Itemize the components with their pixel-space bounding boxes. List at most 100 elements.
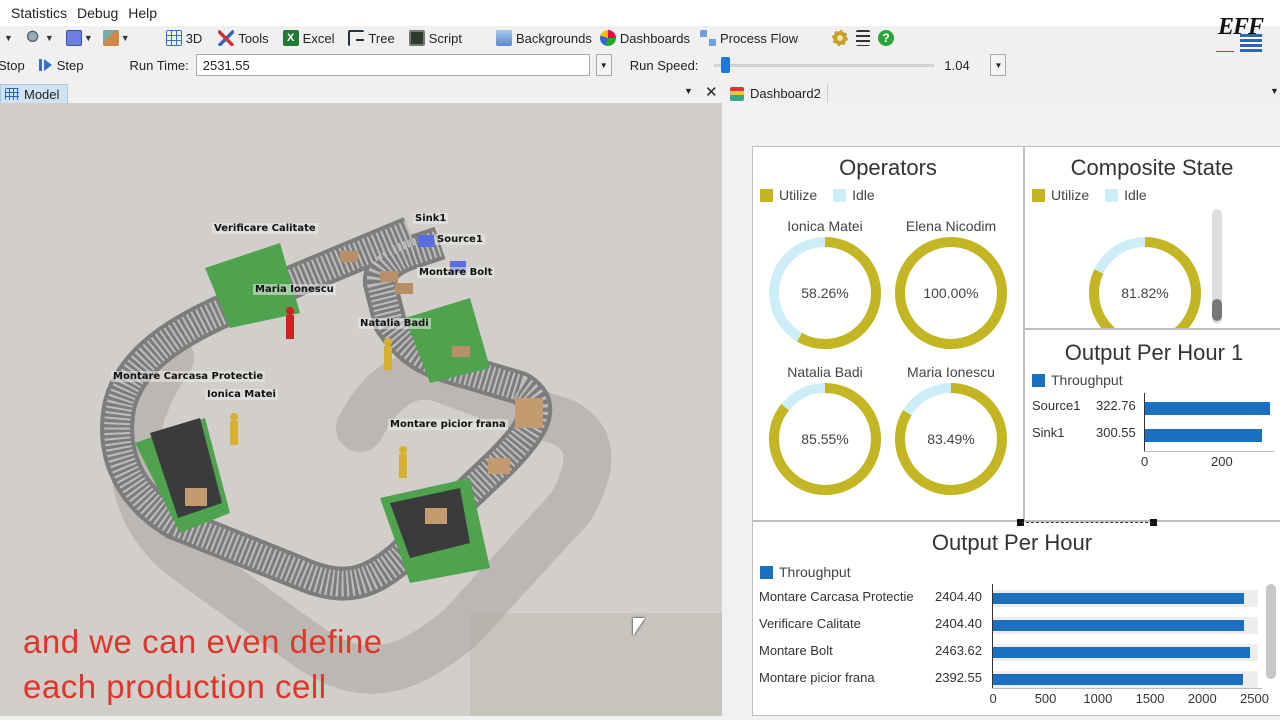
output1-row-value: 300.55	[1096, 425, 1136, 440]
output1-bar	[1145, 429, 1262, 442]
chevron-down-icon[interactable]: ▼	[1270, 86, 1279, 96]
toolbar-3d-button[interactable]: 3D	[165, 30, 211, 46]
toolbar: ▼ ▼ ▼ ▼ 3D Tools X Excel Tree Script Bac…	[0, 26, 1210, 50]
output-bar	[993, 620, 1245, 631]
run-time-dropdown[interactable]: ▼	[595, 54, 612, 76]
donut-value-label: 100.00%	[923, 285, 978, 301]
eff-logo: EFF	[1216, 14, 1266, 56]
caption-line-1: and we can even define	[23, 623, 383, 660]
selection-line	[1021, 522, 1153, 523]
output-row-name: Montare Carcasa Protectie	[759, 589, 914, 604]
output-row-name: Montare picior frana	[759, 670, 875, 685]
chevron-down-icon[interactable]: ▼	[684, 86, 693, 96]
toolbar-process-flow-button[interactable]: Process Flow	[699, 30, 806, 46]
output1-row-name: Source1	[1032, 398, 1081, 413]
tree-settings-icon[interactable]	[855, 30, 870, 46]
model-3d-view[interactable]: Sink1 Source1 Montare Bolt Verificare Ca…	[0, 103, 722, 716]
dashboard-tab-bar: Dashboard2 ▼	[728, 83, 1280, 103]
objects-icon[interactable]	[26, 30, 43, 46]
step-button[interactable]: Step	[38, 58, 92, 73]
output-row-value: 2392.55	[935, 670, 982, 685]
throughput-swatch	[1032, 373, 1045, 387]
output-title: Output Per Hour	[931, 530, 1093, 555]
output-tick-label: 0	[989, 691, 997, 706]
run-speed-label: Run Speed:	[629, 57, 699, 73]
chevron-down-icon[interactable]: ▼	[121, 33, 130, 43]
toolbar-excel-button[interactable]: X Excel	[282, 30, 343, 46]
toolbar-tree-button[interactable]: Tree	[348, 30, 402, 46]
label-verificare-calitate: Verificare Calitate	[212, 223, 318, 234]
label-ionica-matei: Ionica Matei	[205, 389, 278, 400]
menu-help[interactable]: Help	[123, 5, 162, 21]
tab-dashboard2[interactable]: Dashboard2	[728, 84, 828, 103]
operators-panel[interactable]: Operators Utilize Idle Ionica Matei Elen…	[752, 146, 1024, 521]
menu-debug[interactable]: Debug	[72, 5, 123, 21]
toolbar-script-button[interactable]: Script	[408, 30, 470, 46]
composite-scrollbar-thumb[interactable]	[1212, 299, 1222, 321]
caption-line-2: each production cell	[23, 668, 327, 705]
view-icon[interactable]	[102, 30, 119, 46]
grid-3d-icon	[165, 30, 182, 46]
output-per-hour-panel[interactable]: Output Per Hour Throughput Montare Carca…	[752, 519, 1280, 716]
tools-icon	[218, 30, 235, 46]
utilize-swatch	[1032, 188, 1045, 202]
output-tick-label: 2500	[1240, 691, 1269, 706]
gear-icon[interactable]	[831, 30, 848, 46]
toolbar-tools-button[interactable]: Tools	[218, 30, 276, 46]
mouse-cursor-icon	[633, 618, 645, 636]
output-row-value: 2404.40	[935, 616, 982, 631]
output-bar	[993, 593, 1245, 604]
close-icon[interactable]: ✕	[705, 83, 718, 101]
output-per-hour-1-panel[interactable]: Output Per Hour 1 Throughput Source1 322…	[1024, 329, 1280, 521]
operator-donut-ionica-matei: 58.26%	[769, 237, 881, 349]
label-montare-carcasa-protectie: Montare Carcasa Protectie	[111, 371, 266, 382]
color-square-icon[interactable]	[65, 30, 82, 46]
operator-name: Ionica Matei	[787, 218, 863, 234]
donut-value-label: 83.49%	[927, 431, 974, 447]
output-row-value: 2404.40	[935, 589, 982, 604]
label-maria-ionescu: Maria Ionescu	[253, 284, 336, 295]
output-bar	[993, 647, 1251, 658]
output-legend: Throughput	[760, 564, 851, 580]
tab-model[interactable]: Model	[0, 84, 68, 103]
output-scrollbar-thumb[interactable]	[1266, 584, 1276, 679]
output1-row-name: Sink1	[1032, 425, 1065, 440]
composite-legend: Utilize Idle	[1032, 187, 1147, 203]
stop-button[interactable]: Stop	[0, 58, 25, 73]
excel-icon: X	[282, 30, 299, 46]
run-speed-slider[interactable]	[714, 55, 935, 75]
operators-legend: Utilize Idle	[760, 187, 875, 203]
operator-name: Maria Ionescu	[907, 364, 995, 380]
menu-statistics[interactable]: Statistics	[6, 5, 72, 21]
chevron-down-icon[interactable]: ▼	[4, 33, 13, 43]
script-icon	[408, 30, 425, 46]
output-axis-baseline	[992, 688, 1262, 689]
composite-scrollbar[interactable]	[1212, 209, 1222, 324]
run-time-field[interactable]: 2531.55	[195, 54, 590, 76]
chevron-down-icon[interactable]: ▼	[45, 33, 54, 43]
chevron-down-icon[interactable]: ▼	[84, 33, 93, 43]
menu-bar: Statistics Debug Help	[0, 0, 1280, 26]
throughput-swatch	[760, 565, 773, 579]
label-sink1: Sink1	[413, 213, 449, 224]
output-bar	[993, 674, 1243, 685]
model-tab-bar: Model ▼ ✕	[0, 83, 722, 103]
toolbar-backgrounds-button[interactable]: Backgrounds	[495, 30, 600, 46]
operators-title: Operators	[839, 155, 937, 180]
composite-state-panel[interactable]: Composite State Utilize Idle 81.82%	[1024, 146, 1280, 329]
toolbar-dashboards-button[interactable]: Dashboards	[599, 30, 698, 46]
run-speed-dropdown[interactable]: ▼	[990, 54, 1007, 76]
operator-donut-maria-ionescu: 83.49%	[895, 383, 1007, 495]
output-row-value: 2463.62	[935, 643, 982, 658]
output-tick-label: 2000	[1187, 691, 1217, 706]
donut-value-label: 85.55%	[801, 431, 848, 447]
help-icon[interactable]: ?	[877, 30, 894, 46]
output-scrollbar[interactable]	[1266, 584, 1276, 679]
output-tick-label: 1000	[1083, 691, 1113, 706]
label-source1: Source1	[435, 234, 485, 245]
utilize-swatch	[760, 188, 773, 202]
operator-name: Elena Nicodim	[905, 218, 997, 234]
backgrounds-icon	[495, 30, 512, 46]
label-montare-picior-frana: Montare picior frana	[388, 419, 508, 430]
run-speed-slider-thumb[interactable]	[720, 57, 730, 73]
